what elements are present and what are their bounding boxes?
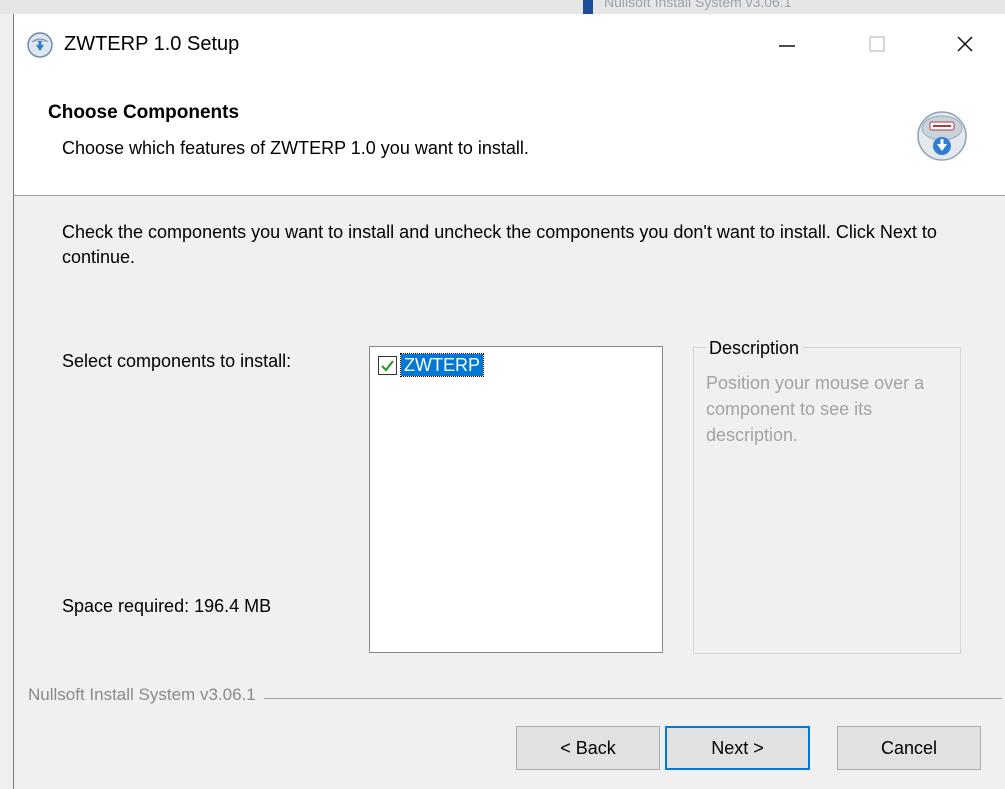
description-title: Description: [706, 338, 803, 359]
page-title: Choose Components: [48, 102, 240, 123]
instructions-text: Check the components you want to install…: [62, 222, 937, 267]
components-tree[interactable]: ZWTERP: [369, 346, 663, 653]
background-accent: [583, 0, 593, 14]
installer-app-icon: [27, 32, 53, 58]
cancel-button[interactable]: Cancel: [837, 726, 981, 770]
description-text: Position your mouse over a component to …: [706, 373, 925, 445]
background-window: Nullsoft Install System v3.06.1: [0, 0, 1005, 14]
window-title: ZWTERP 1.0 Setup: [64, 33, 240, 55]
next-button[interactable]: Next >: [665, 726, 810, 770]
nsis-installer-icon: [917, 111, 967, 161]
minimize-icon: [779, 45, 795, 47]
branding-text: Nullsoft Install System v3.06.1: [28, 685, 264, 705]
select-components-label: Select components to install:: [62, 351, 292, 371]
close-button[interactable]: [942, 24, 988, 64]
back-button[interactable]: < Back: [516, 726, 660, 770]
page-header: Choose Components Choose which features …: [14, 74, 1005, 196]
background-window-text: Nullsoft Install System v3.06.1: [604, 0, 792, 10]
page-subtitle: Choose which features of ZWTERP 1.0 you …: [62, 138, 529, 158]
checkmark-icon: [381, 359, 394, 372]
component-checkbox[interactable]: [378, 355, 397, 375]
space-required-label: Space required: 196.4 MB: [62, 596, 272, 616]
setup-window: ZWTERP 1.0 Setup Choose Components Choos…: [13, 14, 1005, 789]
component-item[interactable]: ZWTERP: [378, 353, 484, 377]
minimize-button[interactable]: [764, 24, 810, 64]
title-bar: ZWTERP 1.0 Setup: [14, 14, 1005, 74]
component-label[interactable]: ZWTERP: [400, 353, 484, 377]
close-icon: [957, 36, 973, 52]
maximize-icon: [869, 36, 885, 52]
maximize-button[interactable]: [854, 24, 900, 64]
description-group: Description Position your mouse over a c…: [693, 338, 961, 654]
